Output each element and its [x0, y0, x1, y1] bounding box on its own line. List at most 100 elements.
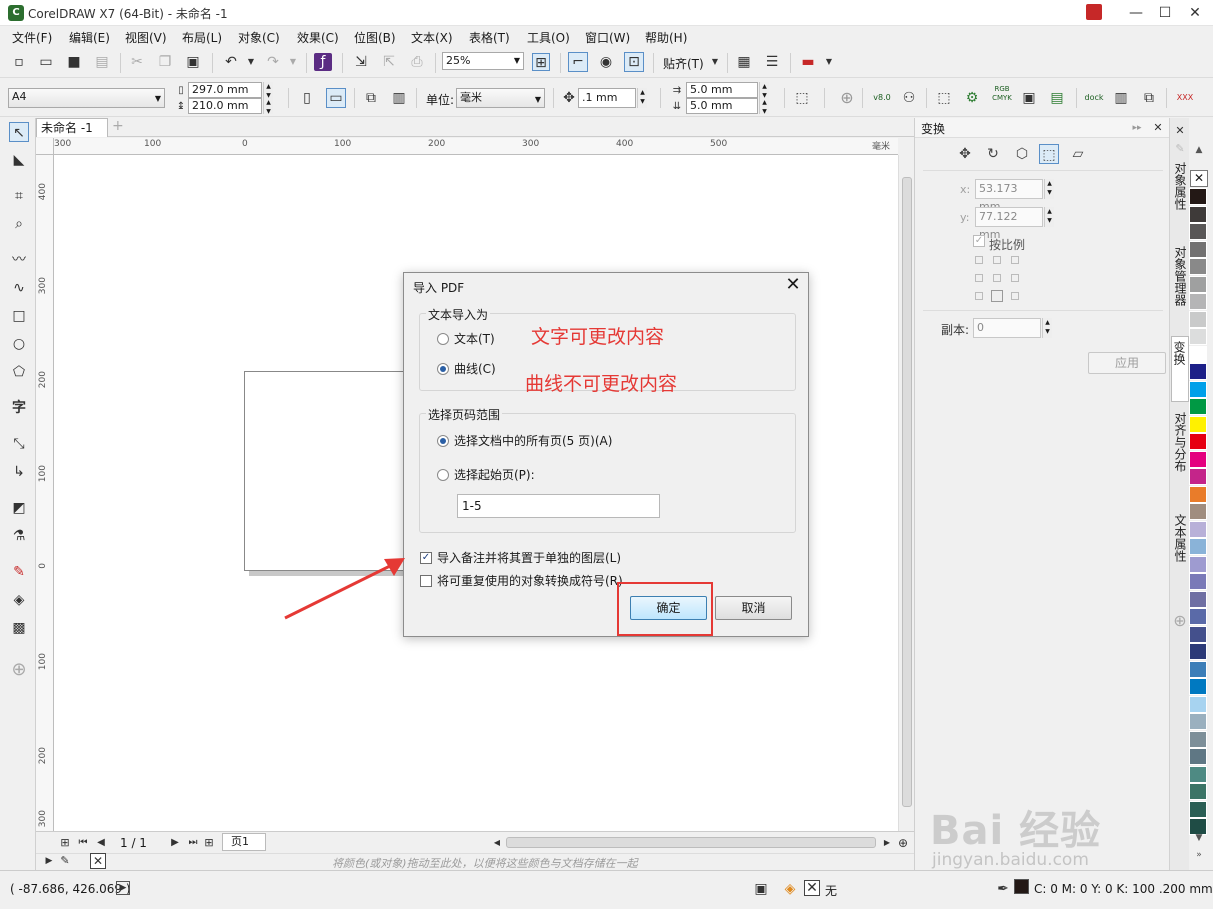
palette-color-swatch[interactable]: [1189, 590, 1207, 608]
import-notes-checkbox[interactable]: ✓: [420, 552, 432, 564]
show-guidelines-icon[interactable]: ⊡: [624, 52, 644, 72]
radio-curves[interactable]: [437, 363, 449, 375]
palette-color-swatch[interactable]: [1189, 573, 1207, 590]
add-tab-icon[interactable]: +: [112, 119, 126, 133]
palette-color-swatch[interactable]: [1189, 293, 1207, 310]
y-position-field[interactable]: 77.122 mm: [975, 207, 1043, 241]
print-icon[interactable]: ▤: [93, 53, 111, 71]
shape-tool-icon[interactable]: ◣: [9, 150, 29, 170]
application-launcher-icon[interactable]: ▬: [799, 53, 817, 71]
parallel-dimension-tool-icon[interactable]: ⤡: [9, 434, 29, 454]
tab-object-manager[interactable]: 对象管理器: [1171, 242, 1189, 338]
horizontal-scroll-thumb[interactable]: [506, 837, 876, 848]
connector-tool-icon[interactable]: ↳: [9, 462, 29, 482]
navigator-zoom-icon[interactable]: ⊕: [894, 834, 912, 852]
menu-help[interactable]: 帮助(H): [645, 29, 687, 46]
palette-color-swatch[interactable]: [1189, 713, 1207, 730]
palette-color-swatch[interactable]: [1189, 240, 1207, 258]
palette-color-swatch[interactable]: [1189, 415, 1207, 433]
palette-color-swatch[interactable]: [1189, 328, 1207, 345]
radio-start-page[interactable]: [437, 469, 449, 481]
page-width-field[interactable]: 297.0 mm: [188, 82, 262, 98]
publish-pdf-icon[interactable]: ⎙: [408, 53, 426, 71]
import-icon[interactable]: ⇲: [352, 53, 370, 71]
undo-dropdown-icon[interactable]: ▼: [242, 53, 260, 71]
transform-skew-icon[interactable]: ▱: [1068, 144, 1088, 164]
interactive-fill-tool-icon[interactable]: ◈: [9, 590, 29, 610]
vertical-scroll-thumb[interactable]: [902, 177, 912, 807]
page-range-input[interactable]: 1-5: [457, 494, 660, 518]
macro-c-icon[interactable]: ▣: [1020, 89, 1038, 107]
palette-color-swatch[interactable]: [1189, 450, 1207, 468]
text-tool-icon[interactable]: 字: [9, 398, 29, 418]
freehand-tool-icon[interactable]: 〰: [9, 250, 29, 270]
launcher-chevron-down-icon[interactable]: ▼: [820, 53, 838, 71]
palette-color-swatch[interactable]: [1189, 695, 1207, 713]
minimize-button[interactable]: —: [1122, 3, 1150, 23]
status-expand-icon[interactable]: ▶: [116, 881, 130, 895]
current-page-icon[interactable]: ▥: [390, 89, 408, 107]
palette-menu-icon[interactable]: »: [1191, 850, 1207, 864]
search-content-icon[interactable]: ƒ: [314, 53, 332, 71]
palette-color-swatch[interactable]: [1189, 678, 1207, 695]
transform-rotate-icon[interactable]: ↻: [983, 144, 1003, 164]
document-palette[interactable]: ▶ ✎ ✕ 将颜色(或对象)拖动至此处，以便将这些颜色与文档存储在一起: [36, 853, 914, 870]
radio-all-pages[interactable]: [437, 435, 449, 447]
undo-icon[interactable]: ↶: [222, 53, 240, 71]
export-icon[interactable]: ⇱: [380, 53, 398, 71]
palette-color-swatch[interactable]: [1189, 660, 1207, 678]
palette-color-swatch[interactable]: [1189, 520, 1207, 538]
zoom-to-page-icon[interactable]: ⊞: [532, 53, 550, 71]
paste-icon[interactable]: ▣: [184, 53, 202, 71]
menu-view[interactable]: 视图(V): [125, 29, 167, 46]
all-pages-icon[interactable]: ⧉: [362, 89, 380, 107]
pick-tool-icon[interactable]: ↖: [9, 122, 29, 142]
macro-d-icon[interactable]: ▤: [1048, 89, 1066, 107]
nudge-distance-spinner[interactable]: ▲ ▼: [637, 88, 647, 108]
tab-untitled-1[interactable]: 未命名 -1: [36, 118, 108, 137]
add-page-before-icon[interactable]: ⊞: [56, 834, 74, 852]
radio-all-pages-option[interactable]: 选择文档中的所有页(5 页)(A): [437, 433, 687, 449]
palette-color-swatch[interactable]: [1189, 433, 1207, 450]
no-color-swatch-icon[interactable]: ✕: [90, 853, 106, 869]
zoom-level-field[interactable]: 25% ▼: [442, 52, 524, 70]
menu-table[interactable]: 表格(T): [469, 29, 510, 46]
nudge-distance-field[interactable]: .1 mm: [578, 88, 636, 108]
show-rulers-icon[interactable]: ⌐: [568, 52, 588, 72]
radio-start-page-option[interactable]: 选择起始页(P):: [437, 467, 687, 483]
docker-collapse-icon[interactable]: ▸▸: [1128, 119, 1146, 137]
palette-color-swatch[interactable]: [1189, 205, 1207, 223]
transform-position-icon[interactable]: ✥: [955, 144, 975, 164]
vertical-ruler[interactable]: 400 300 200 100 0 100 200 300: [36, 155, 54, 831]
page-size-dropdown[interactable]: A4 ▼: [8, 88, 165, 108]
add-tool-icon[interactable]: ⊕: [9, 660, 29, 680]
menu-window[interactable]: 窗口(W): [585, 29, 630, 46]
menu-effects[interactable]: 效果(C): [297, 29, 339, 46]
first-page-icon[interactable]: ⏮: [74, 834, 92, 852]
convert-symbols-checkbox[interactable]: [420, 575, 432, 587]
treat-as-filled-icon[interactable]: ⬚: [793, 89, 811, 107]
page-height-field[interactable]: 210.0 mm: [188, 98, 262, 114]
x-position-field[interactable]: 53.173 mm: [975, 179, 1043, 213]
docker-close-icon[interactable]: ✕: [1149, 119, 1167, 137]
radio-text[interactable]: [437, 333, 449, 345]
fill-bucket-icon[interactable]: ◈: [781, 880, 799, 898]
cut-icon[interactable]: ✂: [128, 53, 146, 71]
palette-color-swatch[interactable]: [1189, 503, 1207, 520]
palette-color-swatch[interactable]: [1189, 363, 1207, 380]
menu-text[interactable]: 文本(X): [411, 29, 453, 46]
smart-fill-tool-icon[interactable]: ▩: [9, 618, 29, 638]
import-notes-option[interactable]: ✓ 导入备注并将其置于单独的图层(L): [420, 550, 720, 566]
color-eyedropper-tool-icon[interactable]: ✎: [9, 562, 29, 582]
user-macro-icon[interactable]: ⚇: [900, 89, 918, 107]
duplicate-x-spinner[interactable]: ▲ ▼: [759, 82, 769, 99]
redo-icon[interactable]: ↷: [264, 53, 282, 71]
x-position-spinner[interactable]: ▲ ▼: [1044, 179, 1054, 199]
polygon-tool-icon[interactable]: ⬠: [9, 362, 29, 382]
scroll-left-icon[interactable]: ◀: [488, 834, 506, 852]
palette-color-swatch[interactable]: [1189, 468, 1207, 485]
palette-scroll-down-icon[interactable]: ▼: [1191, 833, 1207, 847]
snap-to-dropdown[interactable]: 贴齐(T): [663, 55, 704, 72]
color-proof-icon[interactable]: ▣: [752, 880, 770, 898]
add-page-after-icon[interactable]: ⊞: [200, 834, 218, 852]
